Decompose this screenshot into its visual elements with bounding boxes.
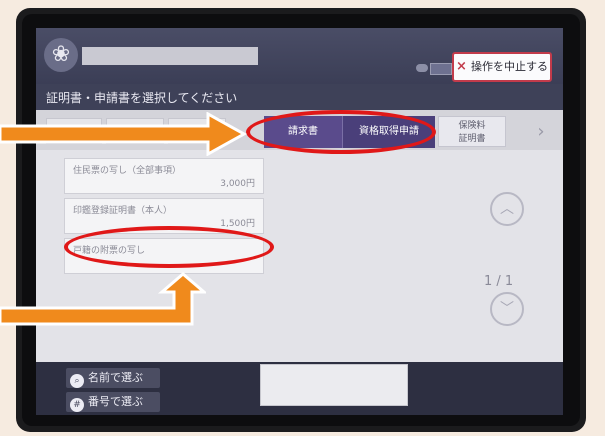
scroll-up-chevron-icon[interactable]: ︿ [490, 192, 524, 226]
item-name: 住民票の写し（全部事項） [73, 166, 182, 176]
tab-certificate[interactable]: 保険料 証明書 [438, 116, 506, 147]
item-price: 1,500円 [220, 219, 255, 229]
status-indicator-icon [416, 64, 428, 72]
item-name: 印鑑登録証明書（本人） [73, 206, 173, 216]
page-indicator: 1 / 1 [484, 274, 514, 289]
highlight-oval-tabs [246, 110, 436, 154]
list-item[interactable]: 住民票の写し（全部事項） 3,000円 [64, 158, 264, 194]
select-by-number-button[interactable]: # 番号で選ぶ [66, 392, 160, 412]
info-panel [260, 364, 408, 406]
tab-next-chevron-icon[interactable]: › [530, 120, 552, 144]
select-by-name-button[interactable]: ⌕ 名前で選ぶ [66, 368, 160, 388]
item-price: 3,000円 [220, 179, 255, 189]
header-bar: ❀ × 操作を中止する [36, 28, 563, 84]
select-by-name-label: 名前で選ぶ [88, 371, 143, 384]
stop-operation-label: 操作を中止する [470, 60, 548, 73]
select-by-number-label: 番号で選ぶ [88, 395, 143, 408]
annotation-arrow-elbow-icon [0, 272, 206, 326]
annotation-arrow-right-icon [0, 112, 248, 156]
number-icon: # [70, 398, 84, 412]
close-icon: × [456, 59, 467, 74]
search-icon: ⌕ [70, 374, 84, 388]
emblem-icon: ❀ [44, 38, 78, 72]
scroll-down-chevron-icon[interactable]: ﹀ [490, 292, 524, 326]
stop-operation-button[interactable]: × 操作を中止する [452, 52, 552, 82]
kiosk-screen: ❀ × 操作を中止する 証明書・申請書を選択してください 請求書 資格取得申請 保… [36, 28, 563, 415]
page-title: 証明書・申請書を選択してください [46, 91, 238, 105]
highlight-oval-item [64, 226, 274, 268]
redacted-title [82, 47, 258, 65]
status-panel-icon [430, 63, 452, 75]
